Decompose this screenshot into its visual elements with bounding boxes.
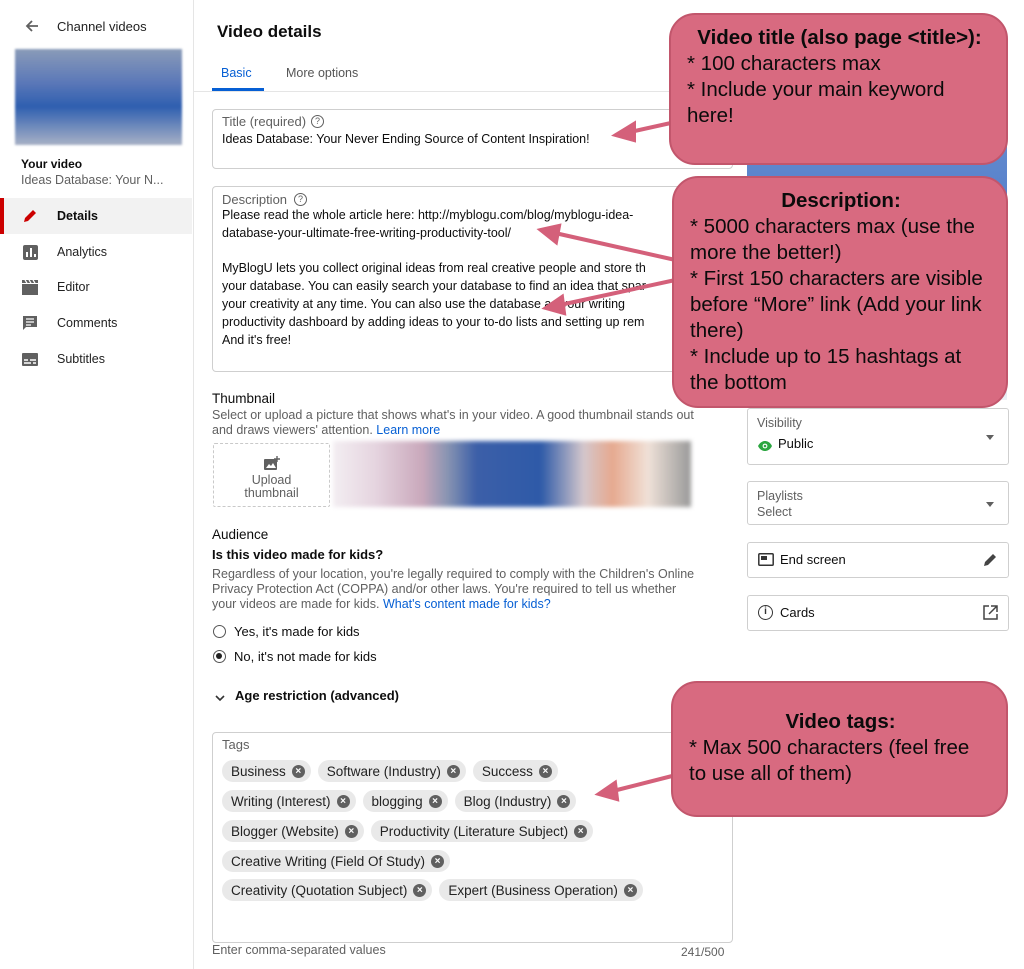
callout-heading: Video title (also page <title>): xyxy=(697,26,982,49)
callout-description: Description: * 5000 characters max (use … xyxy=(672,176,1008,408)
arrow-head xyxy=(536,223,562,246)
arrow-head xyxy=(594,779,620,802)
callout-heading: Video tags: xyxy=(785,710,896,733)
callout-line: * Max 500 characters (feel free to use a… xyxy=(689,736,970,785)
arrow-head xyxy=(541,293,567,316)
callout-line: * Include your main keyword here! xyxy=(687,78,945,127)
callout-video-tags: Video tags: * Max 500 characters (feel f… xyxy=(671,681,1008,817)
callout-video-title: Video title (also page <title>): * 100 c… xyxy=(669,13,1008,165)
callout-heading: Description: xyxy=(781,189,901,212)
callout-line: * 5000 characters max (use the more the … xyxy=(690,215,975,264)
callout-line: * Include up to 15 hashtags at the botto… xyxy=(690,345,962,394)
callout-line: * 100 characters max xyxy=(687,52,881,75)
callout-line: * First 150 characters are visible befor… xyxy=(690,267,983,342)
arrow-head xyxy=(611,120,636,143)
